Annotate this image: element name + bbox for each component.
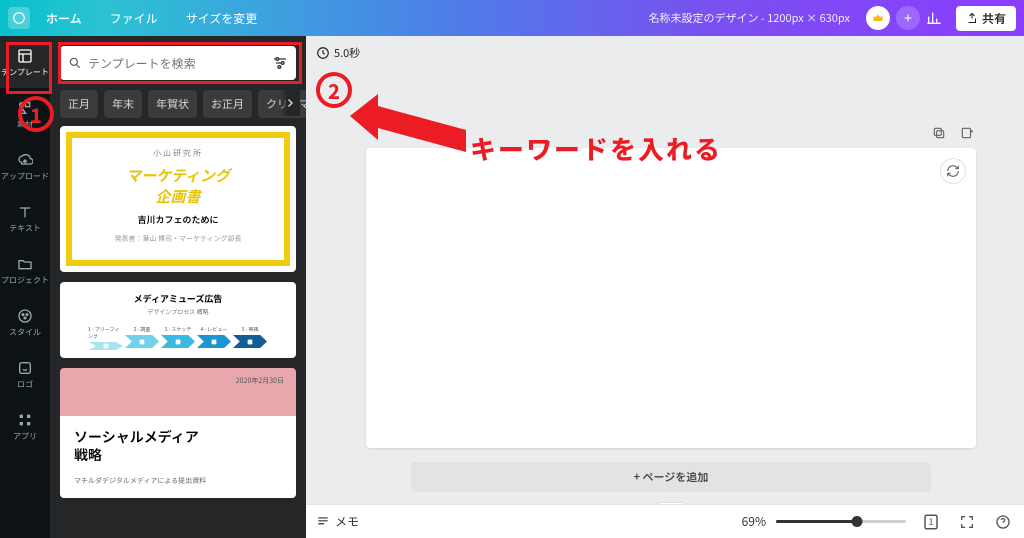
rail-elements[interactable]: 素材 xyxy=(0,88,50,140)
elements-icon xyxy=(16,99,34,117)
chip[interactable]: 正月 xyxy=(60,90,98,118)
filter-icon[interactable] xyxy=(272,55,288,71)
logo-icon xyxy=(16,359,34,377)
crown-icon[interactable] xyxy=(866,6,890,30)
template-sub: マチルダデジタルメディアによる提出資料 xyxy=(74,476,282,486)
duplicate-page-button[interactable] xyxy=(930,124,948,142)
rail-label: ロゴ xyxy=(17,379,33,390)
notes-button[interactable]: メモ xyxy=(316,513,359,530)
topbar: ホーム ファイル サイズを変更 名称未設定のデザイン - 1200px × 63… xyxy=(0,0,1024,36)
style-icon xyxy=(16,307,34,325)
canvas-area: 5.0秒 + ページを追加 xyxy=(306,36,1024,538)
rail-label: テキスト xyxy=(9,223,41,234)
rail-label: スタイル xyxy=(9,327,41,338)
page-indicator[interactable]: 1 xyxy=(920,511,942,533)
file-menu[interactable]: ファイル xyxy=(98,0,170,36)
canvas-toolbar: 5.0秒 xyxy=(306,36,1024,70)
design-title[interactable]: 名称未設定のデザイン - 1200px × 630px xyxy=(638,10,860,26)
template-subtitle: 吉川カフェのために xyxy=(78,213,278,226)
rail-text[interactable]: テキスト xyxy=(0,192,50,244)
zoom-control: 69% xyxy=(742,513,906,530)
rail-styles[interactable]: スタイル xyxy=(0,296,50,348)
template-list: 小山研究所 マーケティング 企画書 吉川カフェのために 発表者：葉山 博司・マー… xyxy=(50,126,306,538)
template-byline: 発表者：葉山 博司・マーケティング部長 xyxy=(78,234,278,244)
chip[interactable]: お正月 xyxy=(203,90,252,118)
share-button[interactable]: 共有 xyxy=(956,6,1016,31)
page-controls xyxy=(366,124,976,142)
flow-steps: 1 - ブリーフィング2 - 調査3 - スケッチ4 - レビュー5 - 実践 xyxy=(66,326,290,348)
templates-panel: 正月 年末 年賀状 お正月 クリスマ 小山研究所 マーケティング 企画書 吉川カ… xyxy=(50,36,306,538)
add-page-button[interactable]: + ページを追加 xyxy=(411,462,931,492)
share-label: 共有 xyxy=(982,10,1006,27)
template-kicker: 小山研究所 xyxy=(78,148,278,159)
template-title2: 企画書 xyxy=(78,186,278,207)
rail-apps[interactable]: アプリ xyxy=(0,400,50,452)
duration-button[interactable]: 5.0秒 xyxy=(316,45,360,61)
template-icon xyxy=(16,47,34,65)
duration-label: 5.0秒 xyxy=(334,45,360,61)
rail-label: アップロード xyxy=(1,171,49,182)
rail-templates[interactable]: テンプレート xyxy=(0,36,50,88)
design-page[interactable] xyxy=(366,148,976,448)
rail-label: 素材 xyxy=(17,119,33,130)
search-icon xyxy=(68,56,82,70)
insights-icon[interactable] xyxy=(920,4,948,32)
rail-label: プロジェクト xyxy=(1,275,49,286)
rail-upload[interactable]: アップロード xyxy=(0,140,50,192)
add-member-button[interactable] xyxy=(896,6,920,30)
rail-projects[interactable]: プロジェクト xyxy=(0,244,50,296)
collapse-handle[interactable] xyxy=(653,502,689,504)
page-number: 1 xyxy=(929,515,934,528)
home-button[interactable]: ホーム xyxy=(34,0,94,36)
template-card[interactable]: 小山研究所 マーケティング 企画書 吉川カフェのために 発表者：葉山 博司・マー… xyxy=(60,126,296,272)
rail-label: アプリ xyxy=(13,431,37,442)
template-card[interactable]: 2020年2月30日 ソーシャルメディア戦略 マチルダデジタルメディアによる提出… xyxy=(60,368,296,498)
notes-label: メモ xyxy=(335,513,359,530)
template-search[interactable] xyxy=(60,46,296,80)
resize-menu[interactable]: サイズを変更 xyxy=(174,0,270,36)
rail-label: テンプレート xyxy=(1,67,49,78)
chips-next-button[interactable] xyxy=(280,90,300,116)
folder-icon xyxy=(16,255,34,273)
upload-icon xyxy=(16,151,34,169)
template-date: 2020年2月30日 xyxy=(60,368,296,386)
clock-icon xyxy=(316,46,330,60)
bottom-bar: メモ 69% 1 xyxy=(306,504,1024,538)
help-button[interactable] xyxy=(992,511,1014,533)
template-search-input[interactable] xyxy=(88,55,266,72)
template-subtitle: デザインプロセス 概略 xyxy=(66,307,290,316)
rail-logo[interactable]: ロゴ xyxy=(0,348,50,400)
filter-chips: 正月 年末 年賀状 お正月 クリスマ xyxy=(50,86,306,126)
template-title: マーケティング xyxy=(78,165,278,186)
brand-logo[interactable] xyxy=(8,7,30,29)
add-page-icon-button[interactable] xyxy=(958,124,976,142)
chip[interactable]: 年賀状 xyxy=(148,90,197,118)
template-title: ソーシャルメディア戦略 xyxy=(74,428,282,464)
refresh-button[interactable] xyxy=(940,158,966,184)
apps-icon xyxy=(16,411,34,429)
zoom-value[interactable]: 69% xyxy=(742,513,766,530)
side-rail: テンプレート 素材 アップロード テキスト プロジェクト スタイル ロゴ アプ xyxy=(0,36,50,538)
text-icon xyxy=(16,203,34,221)
notes-icon xyxy=(316,515,330,529)
zoom-slider[interactable] xyxy=(776,520,906,523)
fullscreen-button[interactable] xyxy=(956,511,978,533)
chip[interactable]: 年末 xyxy=(104,90,142,118)
template-title: メディアミューズ広告 xyxy=(66,292,290,305)
template-card[interactable]: メディアミューズ広告 デザインプロセス 概略 1 - ブリーフィング2 - 調査… xyxy=(60,282,296,358)
